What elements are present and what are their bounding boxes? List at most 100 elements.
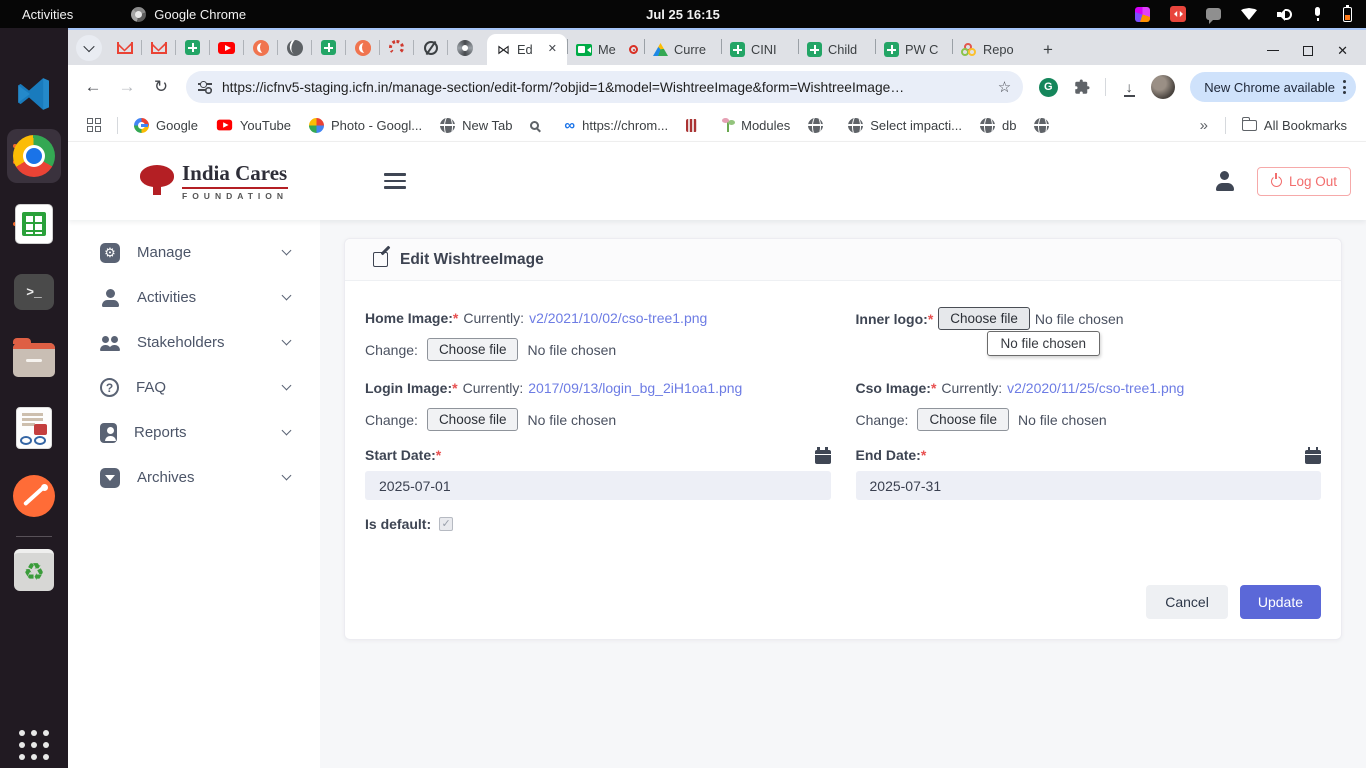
microphone-icon[interactable] <box>1313 7 1323 21</box>
tab-search-button[interactable] <box>76 35 102 61</box>
extensions-button[interactable] <box>1067 72 1097 102</box>
logout-button[interactable]: Log Out <box>1257 167 1351 196</box>
tab-sheet-pw[interactable]: PW C <box>876 34 952 65</box>
dock-item-vscode[interactable] <box>10 70 58 118</box>
tab-sheet-child[interactable]: Child <box>799 34 875 65</box>
calendar-icon[interactable] <box>815 450 831 464</box>
grammarly-extension-button[interactable]: G <box>1033 72 1063 102</box>
clock[interactable]: Jul 25 16:15 <box>646 7 720 22</box>
sidebar-item-faq[interactable]: ? FAQ <box>68 365 320 410</box>
dock-item-chrome[interactable] <box>10 132 58 180</box>
puzzle-icon <box>1073 78 1091 96</box>
toolbox-tray-icon[interactable] <box>1135 7 1150 22</box>
bookmark-modules[interactable]: Modules <box>715 114 797 137</box>
tab-sheet-cini[interactable]: CINI <box>722 34 798 65</box>
forward-button[interactable]: → <box>112 72 142 102</box>
pinned-tab-claude[interactable] <box>346 34 379 62</box>
dock-item-postman[interactable] <box>10 472 58 520</box>
bookmark-youtube[interactable]: YouTube <box>209 114 298 137</box>
screen-share-tray-icon[interactable] <box>1170 6 1186 22</box>
update-button[interactable]: Update <box>1240 585 1321 619</box>
brand-logo[interactable]: India Cares Foundation <box>140 161 288 200</box>
dock-item-terminal[interactable]: >_ <box>10 268 58 316</box>
sidebar-item-activities[interactable]: Activities <box>68 275 320 320</box>
pinned-tab-globe[interactable] <box>278 34 311 62</box>
tab-repo[interactable]: Repo <box>953 34 1029 65</box>
bookmark-photos[interactable]: Photo - Googl... <box>302 114 429 137</box>
end-date-input[interactable] <box>856 471 1322 500</box>
show-applications-button[interactable] <box>19 730 49 760</box>
calendar-icon[interactable] <box>1305 450 1321 464</box>
chrome-update-button[interactable]: New Chrome available <box>1190 72 1356 102</box>
active-tab[interactable]: ⋈ Ed ✕ <box>487 34 567 65</box>
start-date-input[interactable] <box>365 471 831 500</box>
apps-shortcut[interactable] <box>80 114 108 136</box>
bookmarks-overflow-button[interactable]: » <box>1192 117 1216 134</box>
login-image-current-link[interactable]: 2017/09/13/login_bg_2iH1oa1.png <box>528 377 742 399</box>
bookmark-globe[interactable] <box>1027 114 1063 137</box>
sidebar-item-reports[interactable]: Reports <box>68 410 320 455</box>
tab-meet[interactable]: Me <box>568 34 644 65</box>
pinned-tab-arc[interactable] <box>380 34 413 62</box>
volume-icon[interactable] <box>1277 8 1293 21</box>
chevron-down-icon <box>282 246 292 256</box>
pinned-tab-sheets[interactable] <box>176 34 209 62</box>
address-bar[interactable]: https://icfnv5-staging.icfn.in/manage-se… <box>186 71 1023 103</box>
pinned-tab-youtube[interactable] <box>210 34 243 62</box>
sidebar-item-stakeholders[interactable]: Stakeholders <box>68 320 320 365</box>
home-image-choose-file-button[interactable]: Choose file <box>427 338 519 361</box>
dock-item-trash[interactable]: ♻ <box>10 546 58 594</box>
minimize-button[interactable] <box>1267 50 1279 52</box>
google-sheets-icon <box>185 40 200 55</box>
all-bookmarks-button[interactable]: All Bookmarks <box>1235 114 1354 137</box>
battery-icon[interactable] <box>1343 7 1352 22</box>
pinned-tab-gmail[interactable] <box>142 34 175 62</box>
chat-tray-icon[interactable] <box>1206 8 1221 20</box>
login-image-choose-file-button[interactable]: Choose file <box>427 408 519 431</box>
cso-image-choose-file-button[interactable]: Choose file <box>917 408 1009 431</box>
bookmark-ornament[interactable] <box>679 115 711 136</box>
tab-drive[interactable]: Curre <box>645 34 721 65</box>
downloads-button[interactable]: ↓ <box>1114 72 1144 102</box>
is-default-checkbox[interactable]: ✓ <box>439 517 453 531</box>
dock-item-libreoffice-calc[interactable] <box>10 200 58 248</box>
dock-item-document-viewer[interactable] <box>10 404 58 452</box>
cancel-button[interactable]: Cancel <box>1146 585 1228 619</box>
pinned-tab-null[interactable] <box>414 34 447 62</box>
restore-button[interactable] <box>1303 46 1313 56</box>
browser-menu-icon[interactable] <box>1343 80 1346 94</box>
pinned-tab-sheets[interactable] <box>312 34 345 62</box>
pinned-tab-openai[interactable] <box>448 34 481 62</box>
bookmark-google[interactable]: Google <box>127 114 205 137</box>
activities-button[interactable]: Activities <box>18 5 77 24</box>
site-settings-icon[interactable] <box>198 81 212 93</box>
profile-button[interactable] <box>1148 72 1178 102</box>
system-tray[interactable] <box>1135 6 1366 22</box>
inner-logo-file-status: No file chosen <box>1035 308 1124 330</box>
bookmark-globe[interactable] <box>801 114 837 137</box>
user-profile-icon[interactable] <box>1215 171 1235 191</box>
pinned-tab-claude[interactable] <box>244 34 277 62</box>
bookmark-search[interactable] <box>523 117 553 134</box>
bookmark-star-icon[interactable]: ☆ <box>998 78 1011 96</box>
bookmark-chrome-link[interactable]: ∞ https://chrom... <box>557 114 675 137</box>
dock-item-files[interactable] <box>10 336 58 384</box>
back-button[interactable]: ← <box>78 72 108 102</box>
sidebar-item-archives[interactable]: Archives <box>68 455 320 500</box>
inner-logo-choose-file-button[interactable]: Choose file <box>938 307 1030 330</box>
bookmark-select-impact[interactable]: Select impacti... <box>841 114 969 137</box>
pinned-tab-gmail[interactable] <box>108 34 141 62</box>
sidebar-toggle-button[interactable] <box>384 173 406 189</box>
reload-button[interactable]: ↻ <box>146 72 176 102</box>
close-window-button[interactable]: ✕ <box>1337 44 1348 57</box>
focused-app-indicator[interactable]: Google Chrome <box>131 7 246 22</box>
close-tab-icon[interactable]: ✕ <box>546 42 559 57</box>
sidebar-item-manage[interactable]: ⚙ Manage <box>68 230 320 275</box>
home-image-current-link[interactable]: v2/2021/10/02/cso-tree1.png <box>529 307 707 329</box>
cso-image-current-link[interactable]: v2/2020/11/25/cso-tree1.png <box>1007 377 1184 399</box>
bookmark-db[interactable]: db <box>973 114 1023 137</box>
url-text[interactable]: https://icfnv5-staging.icfn.in/manage-se… <box>222 80 988 95</box>
new-tab-button[interactable]: + <box>1035 40 1061 60</box>
wifi-icon[interactable] <box>1241 8 1257 20</box>
bookmark-new-tab[interactable]: New Tab <box>433 114 519 137</box>
